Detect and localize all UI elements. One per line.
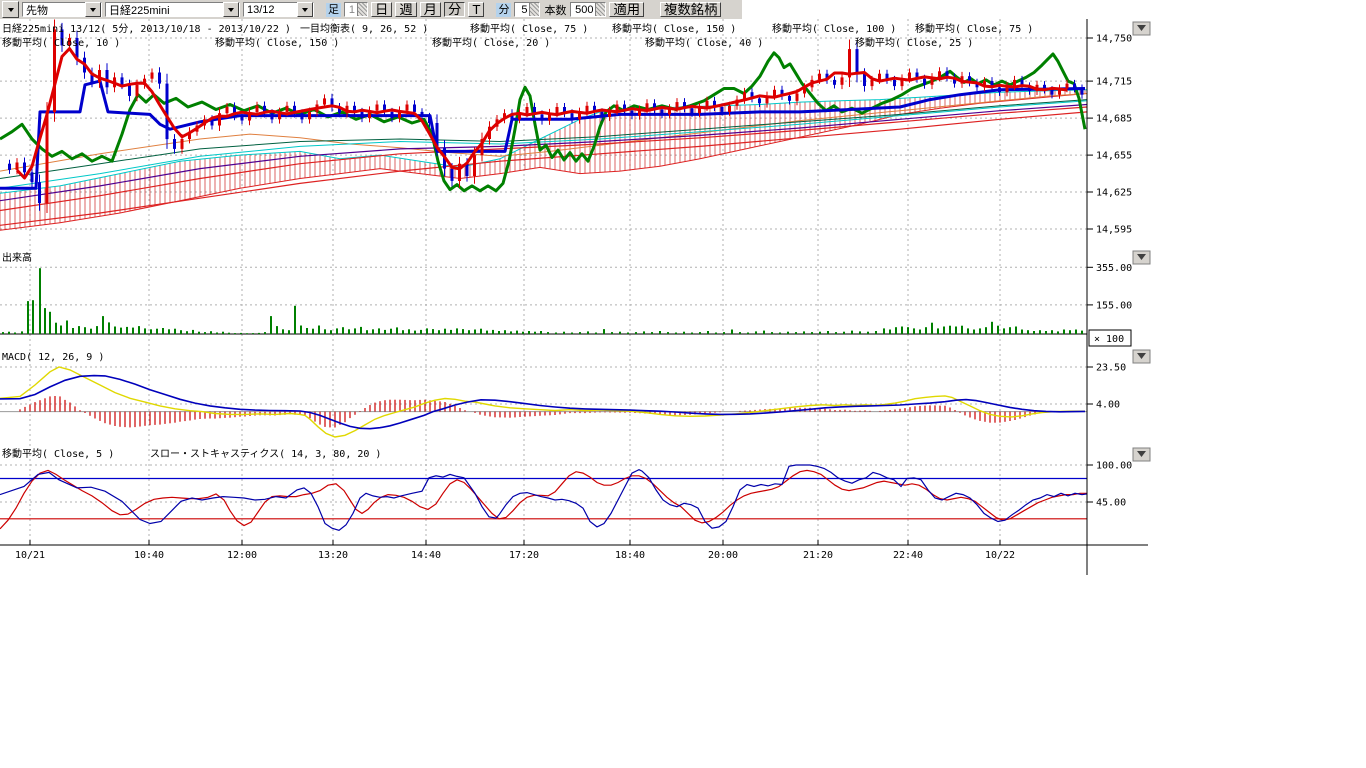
- bar-count-label: 本数: [543, 2, 567, 18]
- stochastics-axis-label: 45.00: [1096, 498, 1126, 509]
- ma-red-long: [0, 112, 1087, 225]
- volume-multiplier-badge: × 100: [1089, 330, 1131, 346]
- ma-red-150: [0, 107, 1087, 211]
- legend-ma-25: 移動平均( Close, 25 ): [855, 36, 973, 49]
- stochastics-panel: [0, 465, 1087, 530]
- macd-axis-label: 4.00: [1096, 400, 1120, 411]
- x-axis-label: 18:40: [615, 550, 645, 561]
- contract-month-select-value: 13/12: [244, 4, 278, 16]
- x-axis-label: 14:40: [411, 550, 441, 561]
- market-select-value: 先物: [23, 2, 51, 18]
- volume-scale-dropdown-button[interactable]: [1133, 251, 1150, 264]
- legend-symbol-period: 日経225mini 13/12( 5分, 2013/10/18 - 2013/1…: [2, 22, 291, 35]
- chevron-down-icon[interactable]: [223, 2, 239, 17]
- axes: 14,750 14,715 14,685 14,655 14,625 14,595 355.…: [0, 19, 1148, 575]
- macd-signal-line: [0, 376, 1085, 429]
- toolbar: 先物 日経225mini 13/12 足 1 日 週 月 分 T 分 5 本数 …: [0, 0, 742, 19]
- price-axis-label: 14,625: [1096, 188, 1132, 199]
- bar-type-label: 足: [326, 3, 341, 17]
- spinner-icon[interactable]: [357, 3, 367, 16]
- svg-text:× 100: × 100: [1094, 334, 1124, 345]
- legend-ma-75b: 移動平均( Close, 75 ): [915, 22, 1033, 35]
- x-axis-label: 17:20: [509, 550, 539, 561]
- stoch-ma-title: 移動平均( Close, 5 ): [2, 447, 114, 460]
- macd-panel: [0, 367, 1087, 437]
- volume-axis-label: 355.00: [1096, 263, 1132, 274]
- bar-count-stepper[interactable]: 500: [570, 2, 606, 17]
- x-axis-label: 12:00: [227, 550, 257, 561]
- spinner-icon[interactable]: [595, 3, 605, 16]
- legend-ma-20: 移動平均( Close, 20 ): [432, 36, 550, 49]
- spinner-icon[interactable]: [529, 3, 539, 16]
- symbol-select[interactable]: 日経225mini: [105, 2, 240, 17]
- x-axis-label: 20:00: [708, 550, 738, 561]
- macd-axis-label: 23.50: [1096, 363, 1126, 374]
- price-axis-label: 14,750: [1096, 34, 1132, 45]
- x-axis-label: 10/22: [985, 550, 1015, 561]
- minute-stepper-value: 5: [515, 4, 529, 16]
- x-axis-label: 13:20: [318, 550, 348, 561]
- chart-canvas[interactable]: 14,750 14,715 14,685 14,655 14,625 14,595 355.…: [0, 19, 1366, 768]
- legend-ma-75: 移動平均( Close, 75 ): [470, 22, 588, 35]
- price-scale-dropdown-button[interactable]: [1133, 22, 1150, 35]
- x-axis-label: 10:40: [134, 550, 164, 561]
- macd-scale-dropdown-button[interactable]: [1133, 350, 1150, 363]
- period-tick-button[interactable]: T: [468, 2, 484, 17]
- chevron-down-icon[interactable]: [297, 2, 313, 17]
- period-minute-button[interactable]: 分: [444, 2, 465, 17]
- price-axis-label: 14,685: [1096, 114, 1132, 125]
- gridlines: [0, 19, 1087, 545]
- price-panel: [0, 20, 1087, 231]
- x-axis-label: 21:20: [803, 550, 833, 561]
- volume-axis-label: 155.00: [1096, 300, 1132, 311]
- symbol-select-value: 日経225mini: [106, 2, 173, 18]
- legend-ma-150b: 移動平均( Close, 150 ): [215, 36, 339, 49]
- price-axis-label: 14,715: [1096, 77, 1132, 88]
- apply-button[interactable]: 適用: [609, 2, 644, 17]
- x-axis-label: 22:40: [893, 550, 923, 561]
- price-axis-label: 14,655: [1096, 151, 1132, 162]
- legend-ma-10: 移動平均( Close, 10 ): [2, 36, 120, 49]
- price-axis-label: 14,595: [1096, 225, 1132, 236]
- ma-orange-75: [0, 94, 1087, 172]
- volume-panel-title: 出来高: [2, 251, 32, 264]
- period-day-button[interactable]: 日: [371, 2, 392, 17]
- interval-stepper-value: 1: [345, 4, 357, 16]
- bar-count-stepper-value: 500: [571, 4, 595, 16]
- multi-symbol-button[interactable]: 複数銘柄: [660, 2, 721, 17]
- volume-panel: [0, 268, 1087, 334]
- stoch-panel-title: スロー・ストキャスティクス( 14, 3, 80, 20 ): [150, 448, 381, 460]
- legend-ma-100: 移動平均( Close, 100 ): [772, 22, 896, 35]
- stoch-scale-dropdown-button[interactable]: [1133, 448, 1150, 461]
- legend-ma-150: 移動平均( Close, 150 ): [612, 22, 736, 35]
- toolbar-collapse-dropdown-button[interactable]: [2, 1, 19, 18]
- stochastics-axis-label: 100.00: [1096, 461, 1132, 472]
- period-month-button[interactable]: 月: [420, 2, 441, 17]
- legend-ichimoku: 一目均衡表( 9, 26, 52 ): [300, 22, 428, 35]
- x-axis-label: 10/21: [15, 550, 45, 561]
- contract-month-select[interactable]: 13/12: [243, 2, 314, 17]
- market-select[interactable]: 先物: [22, 2, 102, 17]
- macd-line: [0, 367, 1085, 437]
- macd-panel-title: MACD( 12, 26, 9 ): [2, 352, 104, 363]
- minute-label: 分: [496, 3, 511, 17]
- chevron-down-icon: [8, 8, 14, 12]
- legend-ma-40: 移動平均( Close, 40 ): [645, 36, 763, 49]
- period-week-button[interactable]: 週: [395, 2, 416, 17]
- minute-stepper[interactable]: 5: [514, 2, 540, 17]
- interval-stepper[interactable]: 1: [344, 2, 368, 17]
- chart-application-window: 先物 日経225mini 13/12 足 1 日 週 月 分 T 分 5 本数 …: [0, 0, 1366, 768]
- chevron-down-icon[interactable]: [85, 2, 101, 17]
